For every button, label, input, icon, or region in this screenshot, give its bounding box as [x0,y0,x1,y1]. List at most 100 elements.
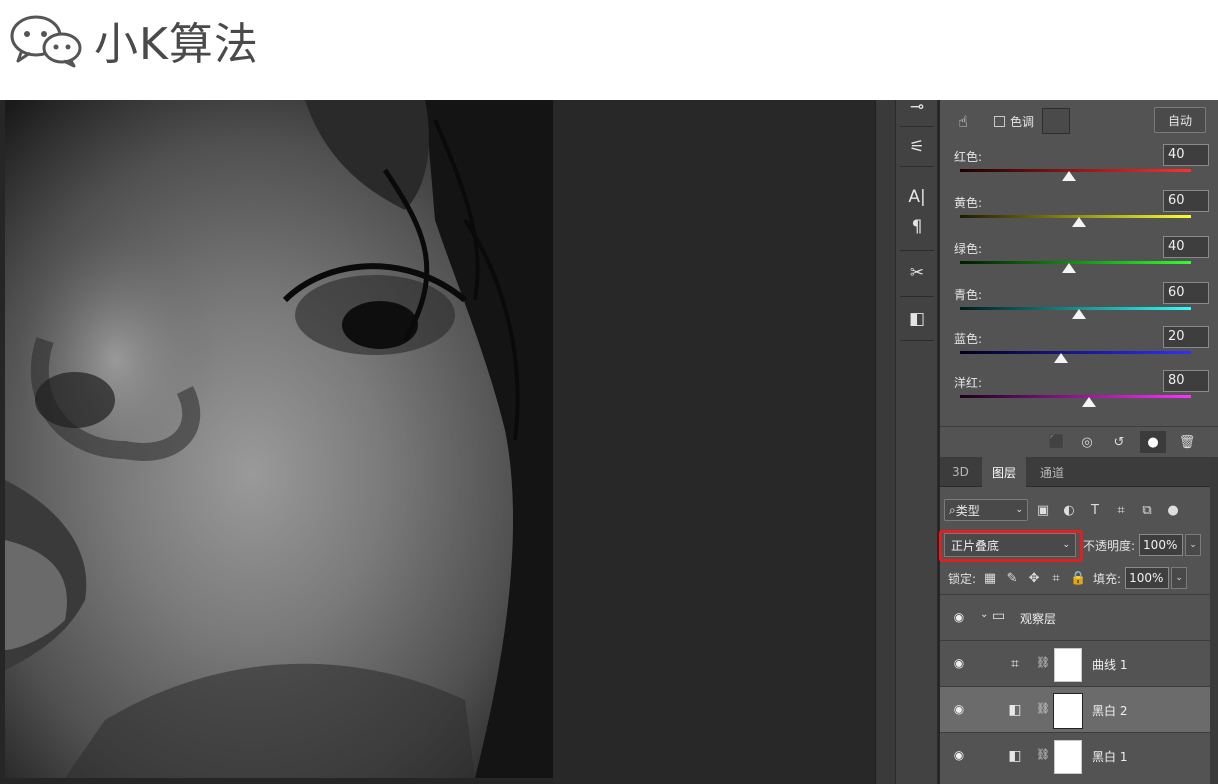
properties-bottom-bar: ⬛ ◎ ↺ ● 🗑 [940,426,1218,456]
eye-icon[interactable]: ◉ [950,746,968,764]
smart-object-filter-icon[interactable]: ⧉ [1136,503,1158,518]
panel-dock-toolbar: ⊸ ⚟ A| ¶ ✂ ◧ [895,97,938,784]
trash-icon[interactable]: 🗑 [1174,431,1200,453]
slider-yellow: 黄色: 60 [954,190,1209,234]
lock-label: 锁定: [948,571,977,586]
canvas-scrollbar[interactable] [875,100,895,784]
slider-track[interactable] [960,351,1191,354]
photoshop-workspace: ⊸ ⚟ A| ¶ ✂ ◧ ☝ 色调 自动 红色: 40 黄色: 60 绿色: 4… [0,97,1218,784]
lock-transparency-icon[interactable]: ▦ [982,571,998,586]
canvas-image[interactable] [5,100,553,778]
fill-input[interactable]: 100% [1125,567,1170,589]
lock-pixels-icon[interactable]: ✎ [1004,571,1020,586]
link-icon[interactable]: ⛓ [1036,748,1050,761]
targeted-adjustment-icon[interactable]: ☝ [952,110,974,132]
right-panel: ☝ 色调 自动 红色: 40 黄色: 60 绿色: 40 青色: 60 蓝色: … [940,100,1218,784]
layer-row-group[interactable]: ◉ ⌄ ▭ 观察层 [940,594,1212,640]
black-white-adjustment-icon: ◧ [1008,702,1022,718]
eye-icon[interactable]: ◉ [950,608,968,626]
properties-panel: ☝ 色调 自动 红色: 40 黄色: 60 绿色: 40 青色: 60 蓝色: … [940,100,1218,456]
view-previous-icon[interactable]: ◎ [1074,431,1100,453]
curves-adjustment-icon: ⌗ [1011,656,1019,672]
tint-label: 色调 [1010,114,1035,129]
slider-thumb[interactable] [1054,353,1068,363]
chevron-down-icon[interactable]: ⌄ [980,609,988,620]
chevron-down-icon: ⌄ [1015,505,1023,515]
slider-thumb[interactable] [1072,309,1086,319]
toolbar-divider [900,126,934,127]
folder-icon: ▭ [992,608,1006,624]
auto-button[interactable]: 自动 [1154,107,1206,133]
layer-filter-select[interactable]: ⌕ 类型 ⌄ [944,499,1028,521]
filter-label: 类型 [955,503,980,518]
layers-tab-bar: 3D 图层 通道 [940,457,1218,487]
slider-label: 洋红: [954,376,983,390]
fill-dropdown[interactable]: ⌄ [1171,567,1188,589]
brand-title: 小K算法 [94,19,259,70]
layer-mask-thumbnail[interactable] [1053,693,1083,729]
clone-stamp-icon[interactable]: ⚟ [902,134,932,160]
toolbar-divider [900,166,934,167]
face-photo-graphic [5,100,553,778]
slider-thumb[interactable] [1062,171,1076,181]
slider-label: 绿色: [954,242,983,256]
slider-value-input[interactable]: 60 [1163,190,1209,212]
slider-thumb[interactable] [1062,263,1076,273]
lock-position-icon[interactable]: ✥ [1026,571,1042,586]
opacity-input[interactable]: 100% [1139,534,1184,556]
layer-name: 观察层 [1020,612,1057,626]
eye-icon[interactable]: ◉ [950,654,968,672]
layer-mask-thumbnail[interactable] [1054,740,1082,774]
tint-checkbox[interactable] [994,115,1005,127]
lock-artboard-icon[interactable]: ⌗ [1048,571,1064,586]
black-white-adjustment-icon: ◧ [1008,748,1022,764]
slider-value-input[interactable]: 20 [1163,326,1209,348]
slider-cyan: 青色: 60 [954,282,1209,326]
lock-all-icon[interactable]: 🔒 [1070,571,1086,586]
slider-label: 青色: [954,288,983,302]
slider-thumb[interactable] [1072,217,1086,227]
search-icon: ⌕ [949,502,956,517]
slider-track[interactable] [960,395,1191,398]
character-panel-icon[interactable]: A| [902,184,932,210]
opacity-label: 不透明度: [1083,538,1136,553]
layer-row-blackwhite-1[interactable]: ◉ ◧ ⛓ 黑白 1 [940,732,1212,778]
eye-icon[interactable]: ◉ [950,700,968,718]
link-icon[interactable]: ⛓ [1036,702,1050,715]
tab-3d[interactable]: 3D [942,457,979,487]
slider-value-input[interactable]: 80 [1163,370,1209,392]
slider-value-input[interactable]: 40 [1163,236,1209,258]
panel-scrollbar[interactable] [1210,457,1218,784]
clip-to-layer-icon[interactable]: ⬛ [1044,431,1070,453]
tab-layers[interactable]: 图层 [982,457,1027,487]
shape-filter-icon[interactable]: ⌗ [1110,503,1132,518]
adjustment-filter-icon[interactable]: ◐ [1058,503,1080,518]
wechat-icon [10,15,82,68]
filter-toggle-icon[interactable]: ● [1162,503,1184,518]
layer-row-blackwhite-2[interactable]: ◉ ◧ ⛓ 黑白 2 [940,686,1212,732]
brush-arrow-tool-icon[interactable]: ⊸ [902,94,932,120]
properties-panel-icon[interactable]: ◧ [902,306,932,332]
slider-magenta: 洋红: 80 [954,370,1209,414]
slider-value-input[interactable]: 60 [1163,282,1209,304]
toolbar-divider [900,340,934,341]
layer-row-curves[interactable]: ◉ ⌗ ⛓ 曲线 1 [940,640,1212,686]
tool-presets-icon[interactable]: ✂ [902,260,932,286]
image-filter-icon[interactable]: ▣ [1032,503,1054,518]
slider-label: 黄色: [954,196,983,210]
layer-name: 黑白 1 [1092,750,1128,764]
opacity-dropdown[interactable]: ⌄ [1185,534,1202,556]
type-filter-icon[interactable]: T [1084,503,1106,518]
layer-mask-thumbnail[interactable] [1054,648,1082,682]
link-icon[interactable]: ⛓ [1036,656,1050,669]
reset-icon[interactable]: ↺ [1106,431,1132,453]
visibility-icon[interactable]: ● [1140,431,1166,453]
lock-row: 锁定: ▦ ✎ ✥ ⌗ 🔒 填充: 100% ⌄ [940,564,1218,592]
slider-green: 绿色: 40 [954,236,1209,280]
paragraph-panel-icon[interactable]: ¶ [902,214,932,240]
slider-value-input[interactable]: 40 [1163,144,1209,166]
tab-channels[interactable]: 通道 [1030,457,1074,487]
tint-color-swatch[interactable] [1042,108,1071,134]
slider-thumb[interactable] [1082,397,1096,407]
layer-filter-row: ⌕ 类型 ⌄ ▣ ◐ T ⌗ ⧉ ● [940,495,1218,525]
